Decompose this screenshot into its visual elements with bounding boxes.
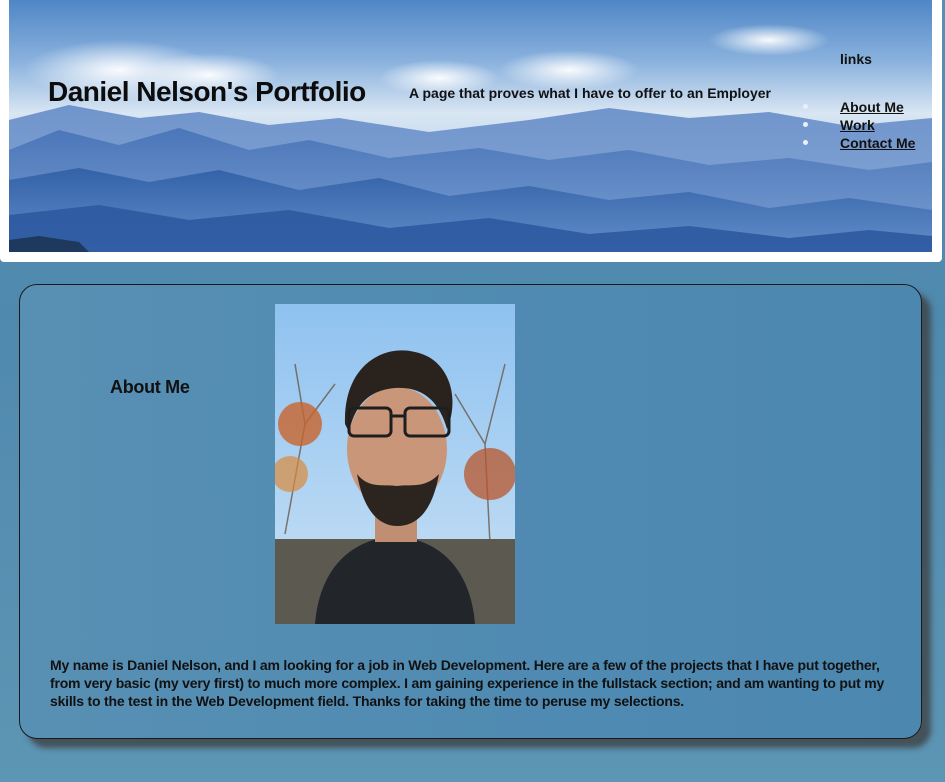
about-me-heading: About Me xyxy=(110,377,190,397)
bullet-icon xyxy=(803,122,808,127)
nav-link-about-me[interactable]: About Me xyxy=(840,99,904,115)
nav-item-about-me: About Me xyxy=(803,98,915,116)
nav-links: About Me Work Contact Me xyxy=(803,98,915,152)
site-title: Daniel Nelson's Portfolio xyxy=(48,76,366,107)
portrait-image xyxy=(275,304,515,624)
about-me-card: About Me My name is Daniel Nelson, and I… xyxy=(19,284,922,739)
mountain-landscape-image xyxy=(9,0,932,252)
nav-link-contact-me[interactable]: Contact Me xyxy=(840,135,915,151)
profile-photo xyxy=(275,304,515,624)
site-tagline: A page that proves what I have to offer … xyxy=(409,85,771,101)
header-frame: Daniel Nelson's Portfolio A page that pr… xyxy=(0,0,942,262)
bullet-icon xyxy=(803,104,808,109)
nav-item-contact-me: Contact Me xyxy=(803,134,915,152)
links-heading: links xyxy=(840,51,872,67)
nav-link-work[interactable]: Work xyxy=(840,117,875,133)
hero-banner: Daniel Nelson's Portfolio A page that pr… xyxy=(9,0,932,252)
bullet-icon xyxy=(803,140,808,145)
nav-item-work: Work xyxy=(803,116,915,134)
about-me-paragraph: My name is Daniel Nelson, and I am looki… xyxy=(50,657,885,709)
